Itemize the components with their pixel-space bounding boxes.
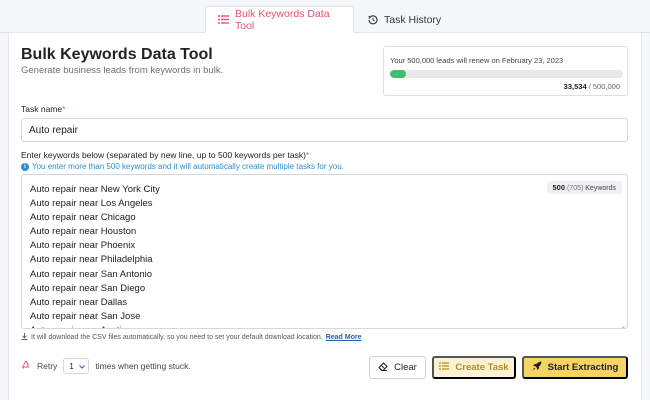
keyword-line: Auto repair near San Diego <box>30 282 146 294</box>
tab-task-history[interactable]: Task History <box>356 6 453 33</box>
download-note: It will download the CSV files automatic… <box>21 333 362 342</box>
page-title: Bulk Keywords Data Tool <box>21 46 213 63</box>
leads-total: / 500,000 <box>588 82 620 91</box>
task-name-input[interactable] <box>21 118 628 142</box>
leads-progress-bar <box>390 70 623 78</box>
tab-bar: Bulk Keywords Data Tool Task History <box>0 6 650 33</box>
clear-button[interactable]: Clear <box>369 356 426 379</box>
keyword-line: Auto repair near Philadelphia <box>30 254 153 266</box>
leads-progress-fill <box>390 70 406 78</box>
leads-used: 33,534 <box>563 82 587 91</box>
rocket-icon <box>532 361 542 374</box>
keyword-line: Auto repair near Houston <box>30 226 137 238</box>
tab-label: Bulk Keywords Data Tool <box>235 7 330 32</box>
renewal-panel: Your 500,000 leads will renew on Februar… <box>383 46 628 96</box>
leads-count: 33,534 / 500,000 <box>564 82 620 91</box>
info-icon: i <box>21 162 29 171</box>
resize-handle-icon[interactable] <box>618 319 625 328</box>
keywords-textarea[interactable]: Auto repair near New York City Auto repai… <box>21 174 628 329</box>
keywords-list: Auto repair near New York City Auto repai… <box>30 183 160 328</box>
download-note-text: It will download the CSV files automatic… <box>31 334 323 341</box>
renewal-text: Your 500,000 leads will renew on Februar… <box>390 56 564 65</box>
history-icon <box>368 14 378 25</box>
keyword-line: Auto repair near Chicago <box>30 212 136 224</box>
download-icon <box>21 333 28 342</box>
keywords-info: i You enter more than 500 keywords and i… <box>21 162 344 171</box>
list-icon <box>439 362 450 373</box>
keyword-line: Auto repair near San Jose <box>30 310 141 322</box>
create-task-button[interactable]: Create Task <box>432 356 516 379</box>
read-more-link[interactable]: Read More <box>326 334 362 341</box>
page-subtitle: Generate business leads from keywords in… <box>21 65 224 76</box>
retry-label: Retry <box>37 361 58 371</box>
keyword-count-badge: 500 (705) Keywords <box>546 181 622 194</box>
keyword-line: Auto repair near Austin <box>30 324 160 328</box>
retry-count-select[interactable]: 1 <box>63 358 90 374</box>
keyword-line: Auto repair near Dallas <box>30 296 128 308</box>
keyword-line: Auto repair near Los Angeles <box>30 198 153 210</box>
list-icon <box>218 15 229 24</box>
retry-suffix: times when getting stuck. <box>95 361 191 371</box>
keywords-info-text: You enter more than 500 keywords and it … <box>32 162 344 171</box>
keyword-line: Auto repair near Phoenix <box>30 240 136 252</box>
chevron-down-icon <box>79 362 86 371</box>
tab-label: Task History <box>384 13 442 26</box>
keyword-line: Auto repair near New York City <box>30 184 160 195</box>
keywords-label: Enter keywords below (separated by new l… <box>21 150 310 160</box>
eraser-icon <box>378 361 388 374</box>
recycle-icon <box>21 360 31 372</box>
start-extracting-button[interactable]: Start Extracting <box>522 356 628 379</box>
task-name-label: Task name* <box>21 104 66 114</box>
tab-bulk-keywords[interactable]: Bulk Keywords Data Tool <box>205 6 354 33</box>
keyword-line: Auto repair near San Antonio <box>30 268 153 280</box>
retry-setting: Retry 1 times when getting stuck. <box>21 357 191 375</box>
